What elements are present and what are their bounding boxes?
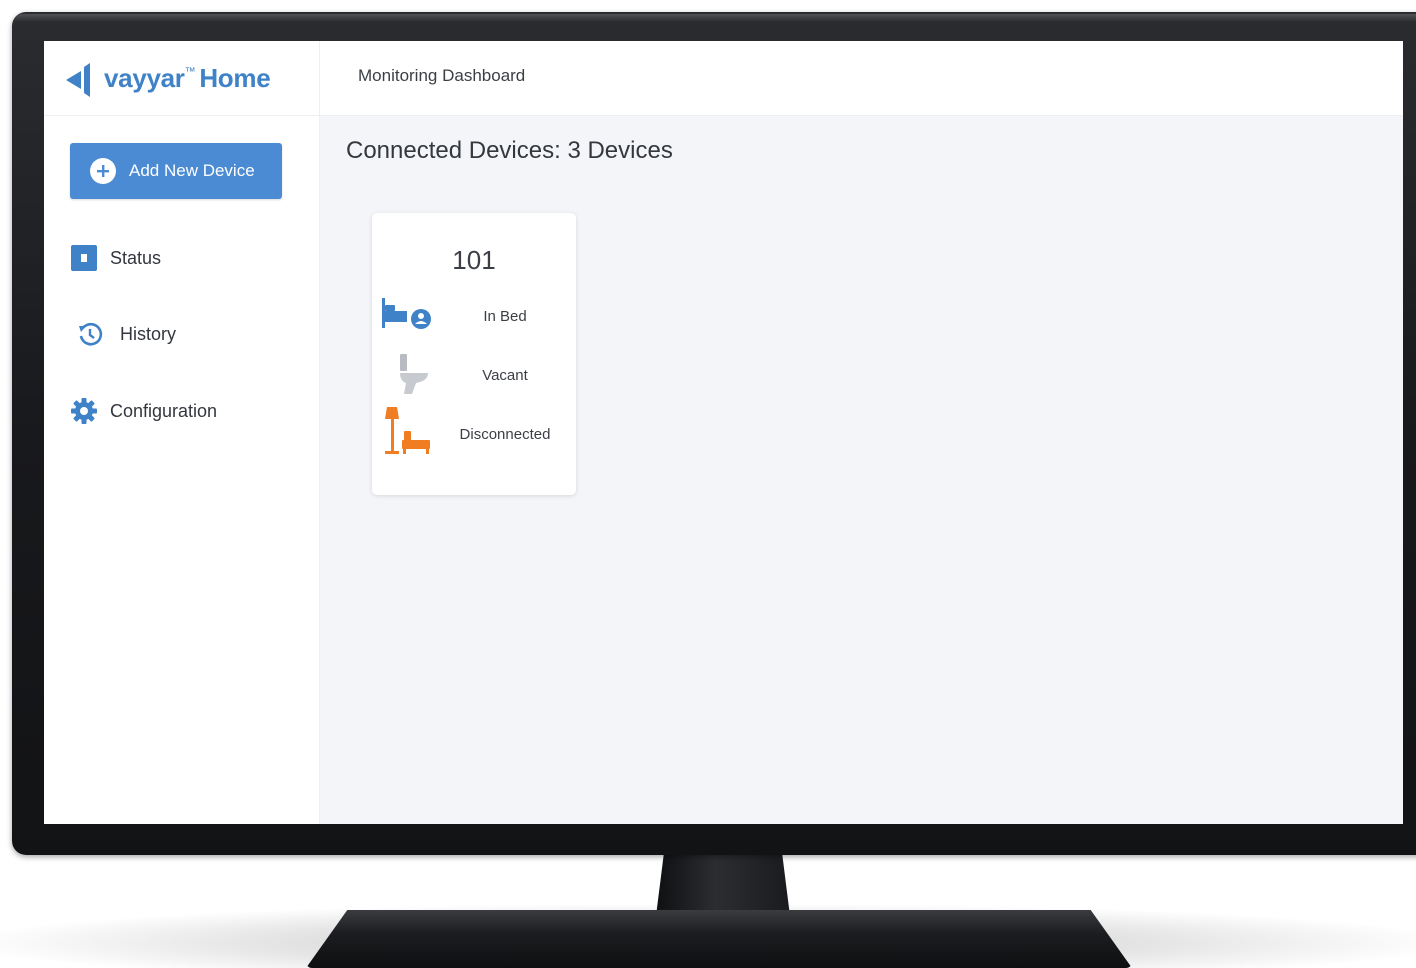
add-new-device-label: Add New Device (129, 161, 255, 180)
status-label: In Bed (483, 308, 527, 325)
connected-devices-heading: Connected Devices: 3 Devices (346, 137, 673, 164)
history-icon (76, 320, 104, 348)
status-square-icon (70, 244, 98, 272)
logo[interactable]: vayyar™ Home (44, 41, 320, 116)
brand-name: vayyar (104, 63, 185, 93)
toilet-icon (382, 352, 434, 402)
plus-circle-icon (90, 158, 116, 184)
sidebar-item-label: Status (110, 247, 162, 268)
vayyar-logo-icon (66, 63, 90, 97)
header-bar: Monitoring Dashboard (320, 41, 1403, 116)
page-title: Monitoring Dashboard (358, 66, 526, 85)
sidebar-item-status[interactable]: Status (70, 244, 161, 272)
app-name: vayyar™ Home (104, 63, 271, 94)
status-row-disconnected: Disconnected (372, 407, 576, 461)
sidebar-item-configuration[interactable]: Configuration (70, 397, 217, 425)
app-screen: vayyar™ Home Add New Device Status Histo… (44, 41, 1403, 824)
scene: vayyar™ Home Add New Device Status Histo… (0, 0, 1416, 968)
trademark: ™ (184, 66, 196, 78)
monitor-stand-base (306, 910, 1132, 968)
status-label: Vacant (482, 367, 528, 384)
status-row-vacant: Vacant (372, 352, 576, 402)
gear-icon (70, 397, 98, 425)
sidebar-item-label: Configuration (110, 400, 218, 421)
sidebar-item-label: History (120, 323, 177, 344)
monitor-stand-neck (656, 852, 790, 916)
sidebar: vayyar™ Home Add New Device Status Histo… (44, 41, 320, 824)
sidebar-item-history[interactable]: History (76, 320, 176, 348)
device-card[interactable]: 101 In Bed Vacant Disconnected (372, 213, 576, 495)
add-new-device-button[interactable]: Add New Device (70, 143, 282, 199)
status-row-in-bed: In Bed (372, 293, 576, 343)
room-number: 101 (452, 245, 496, 275)
status-label: Disconnected (459, 426, 551, 443)
product-name: Home (199, 63, 271, 93)
lamp-chair-icon (382, 407, 434, 461)
bed-person-icon (382, 293, 434, 343)
